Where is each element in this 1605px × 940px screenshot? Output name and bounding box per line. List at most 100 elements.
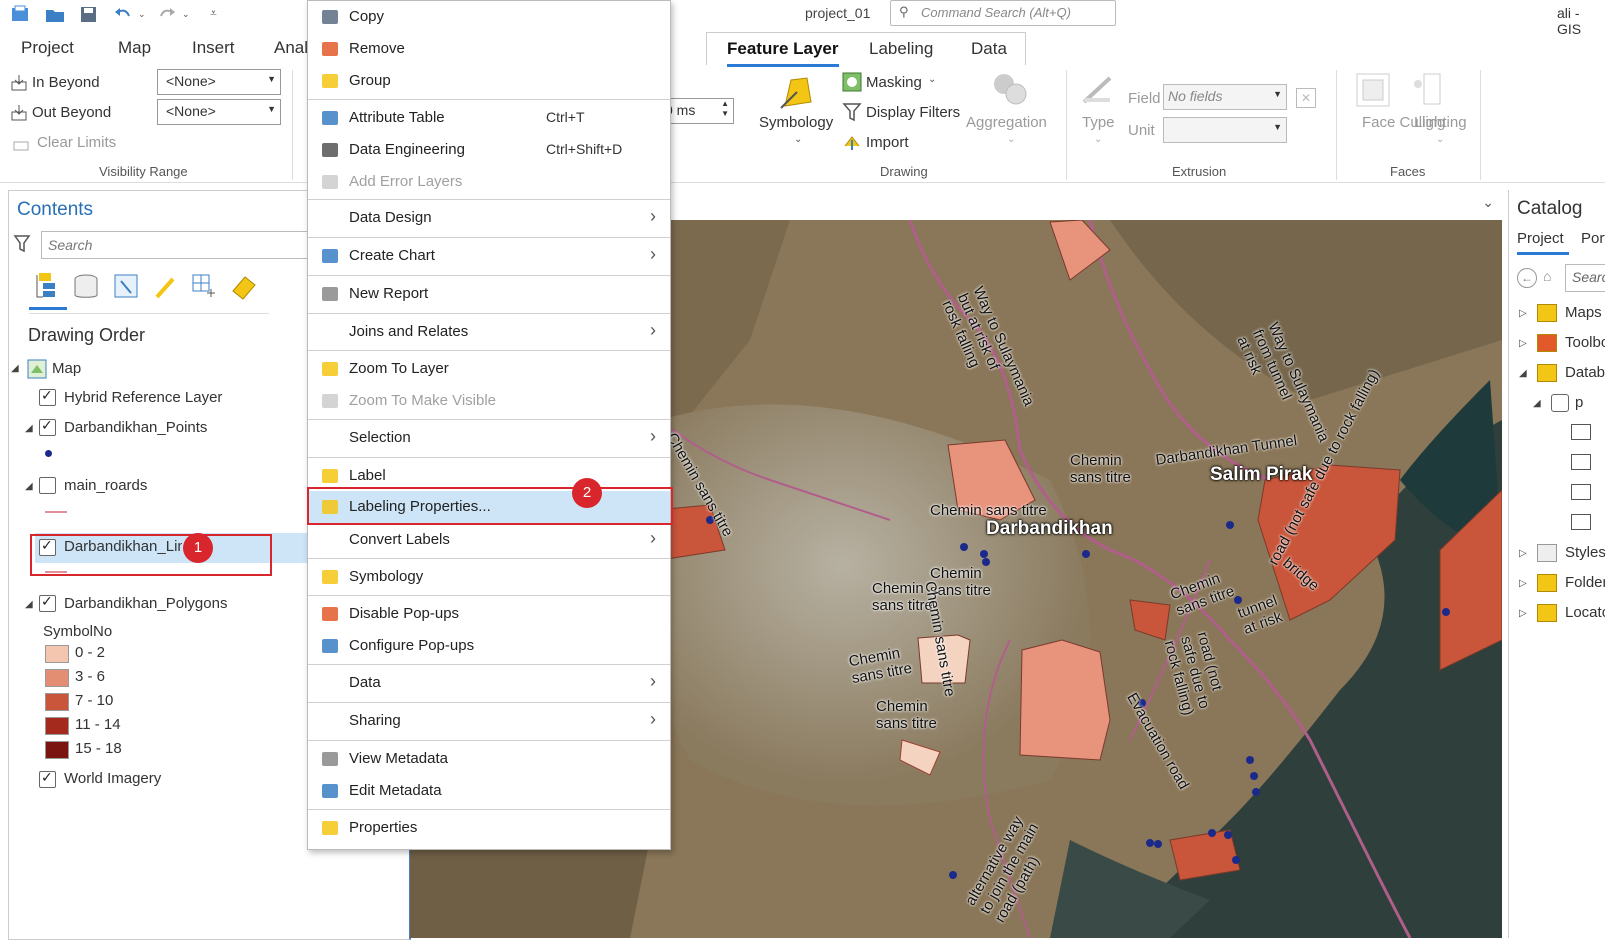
menu-item-configure-pop-ups[interactable]: Configure Pop-ups xyxy=(308,630,670,662)
menu-item-sharing[interactable]: Sharing › xyxy=(308,705,670,737)
menu-item-create-chart[interactable]: Create Chart › xyxy=(308,240,670,272)
menu-item-view-metadata[interactable]: View Metadata xyxy=(308,743,670,775)
masking-button[interactable]: Masking xyxy=(866,74,922,91)
legend-swatch[interactable] xyxy=(45,669,69,687)
roads-layer-checkbox[interactable] xyxy=(39,477,56,494)
filter-icon[interactable] xyxy=(13,233,31,256)
menu-item-disable-pop-ups[interactable]: Disable Pop-ups xyxy=(308,598,670,630)
catalog-item-folders[interactable]: Folders xyxy=(1565,574,1605,591)
list-by-editing-icon[interactable] xyxy=(153,273,179,304)
expand-map-icon[interactable]: ◢ xyxy=(11,363,19,374)
collapse-icon[interactable]: ◢ xyxy=(1533,398,1541,409)
redo-dropdown-icon[interactable]: ⌄ xyxy=(182,4,194,24)
undo-icon[interactable] xyxy=(112,4,134,24)
catalog-item-locators[interactable]: Locators xyxy=(1565,604,1605,621)
hybrid-layer-checkbox[interactable] xyxy=(39,387,56,406)
display-filters-button[interactable]: Display Filters xyxy=(866,104,960,121)
home-icon[interactable]: ⌂ xyxy=(1543,268,1551,284)
main-roads-layer[interactable]: main_roards xyxy=(64,477,147,494)
save-project-icon[interactable] xyxy=(78,4,100,24)
points-layer-checkbox[interactable] xyxy=(39,417,56,436)
catalog-item-databases[interactable]: Databases xyxy=(1565,364,1605,381)
menu-item-zoom-to-layer[interactable]: Zoom To Layer xyxy=(308,353,670,385)
feature-class-icon[interactable] xyxy=(1571,484,1591,500)
tab-analysis[interactable]: Anal xyxy=(274,38,308,58)
in-beyond-button[interactable]: In Beyond xyxy=(32,74,100,91)
feature-class-icon[interactable] xyxy=(1571,454,1591,470)
menu-item-convert-labels[interactable]: Convert Labels › xyxy=(308,524,670,556)
polygons-layer-checkbox[interactable] xyxy=(39,593,56,612)
menu-item-data-engineering[interactable]: Data Engineering Ctrl+Shift+D xyxy=(308,134,670,166)
feature-class-icon[interactable] xyxy=(1571,514,1591,530)
catalog-search-input[interactable]: Search xyxy=(1565,264,1605,292)
legend-swatch[interactable] xyxy=(45,693,69,711)
extrusion-field-select[interactable]: No fields ▼ xyxy=(1163,84,1287,110)
undo-dropdown-icon[interactable]: ⌄ xyxy=(138,4,150,24)
list-by-snapping-icon[interactable] xyxy=(189,271,219,304)
menu-item-properties[interactable]: Properties xyxy=(308,812,670,844)
world-imagery-checkbox[interactable] xyxy=(39,769,56,788)
menu-item-data-design[interactable]: Data Design › xyxy=(308,202,670,234)
darbandikhan-points-layer[interactable]: Darbandikhan_Points xyxy=(64,419,207,436)
catalog-tab-portal[interactable]: Portal xyxy=(1581,230,1605,247)
tab-labeling[interactable]: Labeling xyxy=(869,39,933,59)
aggregation-button[interactable]: Aggregation xyxy=(966,114,1047,131)
menu-item-data[interactable]: Data › xyxy=(308,667,670,699)
tab-map[interactable]: Map xyxy=(118,38,151,58)
collapse-icon[interactable]: ◢ xyxy=(1519,368,1527,379)
expand-roads-icon[interactable]: ◢ xyxy=(25,481,33,492)
list-by-drawing-order-icon[interactable] xyxy=(33,271,63,304)
menu-item-new-report[interactable]: New Report xyxy=(308,278,670,310)
expand-icon[interactable]: ▷ xyxy=(1519,578,1527,589)
road-line-symbol[interactable] xyxy=(45,511,67,513)
expand-icon[interactable]: ▷ xyxy=(1519,308,1527,319)
expand-icon[interactable]: ▷ xyxy=(1519,608,1527,619)
menu-item-zoom-to-make-visible[interactable]: Zoom To Make Visible xyxy=(308,385,670,417)
hybrid-reference-layer[interactable]: Hybrid Reference Layer xyxy=(64,389,222,406)
tab-insert[interactable]: Insert xyxy=(192,38,235,58)
time-interval-field[interactable]: 0 ms ▲ ▼ xyxy=(660,98,734,124)
legend-swatch[interactable] xyxy=(45,645,69,663)
menu-item-add-error-layers[interactable]: Add Error Layers xyxy=(308,166,670,198)
point-symbol[interactable] xyxy=(45,450,52,457)
in-beyond-scale-select[interactable]: <None> ▼ xyxy=(157,69,281,95)
redo-icon[interactable] xyxy=(156,4,178,24)
command-search-input[interactable]: ⚲ Command Search (Alt+Q) xyxy=(890,0,1116,26)
legend-swatch[interactable] xyxy=(45,741,69,759)
user-name[interactable]: ali - GIS xyxy=(1557,5,1605,37)
catalog-item-toolboxes[interactable]: Toolboxes xyxy=(1565,334,1605,351)
symbology-button[interactable]: Symbology xyxy=(759,114,833,131)
tab-feature-layer[interactable]: Feature Layer xyxy=(727,39,839,67)
menu-item-selection[interactable]: Selection › xyxy=(308,422,670,454)
menu-item-joins-and-relates[interactable]: Joins and Relates › xyxy=(308,316,670,348)
clear-limits-button[interactable]: Clear Limits xyxy=(37,134,116,151)
catalog-item-maps[interactable]: Maps xyxy=(1565,304,1602,321)
expand-icon[interactable]: ▷ xyxy=(1519,338,1527,349)
import-button[interactable]: Import xyxy=(866,134,909,151)
extrusion-unit-select[interactable]: ▼ xyxy=(1163,117,1287,143)
expression-icon[interactable]: ✕ xyxy=(1296,88,1316,108)
list-by-source-icon[interactable] xyxy=(73,273,99,304)
out-beyond-scale-select[interactable]: <None> ▼ xyxy=(157,99,281,125)
tab-data[interactable]: Data xyxy=(971,39,1007,59)
menu-item-edit-metadata[interactable]: Edit Metadata xyxy=(308,775,670,807)
map-node[interactable]: Map xyxy=(52,360,81,377)
expand-polygons-icon[interactable]: ◢ xyxy=(25,599,33,610)
catalog-item-gdb[interactable]: p xyxy=(1575,394,1583,411)
customize-toolbar-icon[interactable]: ⩡ xyxy=(210,4,232,24)
menu-item-symbology[interactable]: Symbology xyxy=(308,561,670,593)
catalog-item-styles[interactable]: Styles xyxy=(1565,544,1605,561)
chevron-down-icon[interactable]: ⌄ xyxy=(1482,194,1494,211)
legend-swatch[interactable] xyxy=(45,717,69,735)
darbandikhan-polygons-layer[interactable]: Darbandikhan_Polygons xyxy=(64,595,227,612)
lighting-button[interactable]: Lighting xyxy=(1414,114,1467,131)
new-project-icon[interactable] xyxy=(10,4,32,24)
expand-points-icon[interactable]: ◢ xyxy=(25,423,33,434)
tab-project[interactable]: Project xyxy=(21,38,74,58)
out-beyond-button[interactable]: Out Beyond xyxy=(32,104,111,121)
expand-icon[interactable]: ▷ xyxy=(1519,548,1527,559)
menu-item-group[interactable]: Group xyxy=(308,65,670,97)
polygon-feature[interactable] xyxy=(1019,639,1111,761)
list-by-selection-icon[interactable] xyxy=(113,273,139,304)
list-by-labeling-icon[interactable] xyxy=(229,271,259,304)
